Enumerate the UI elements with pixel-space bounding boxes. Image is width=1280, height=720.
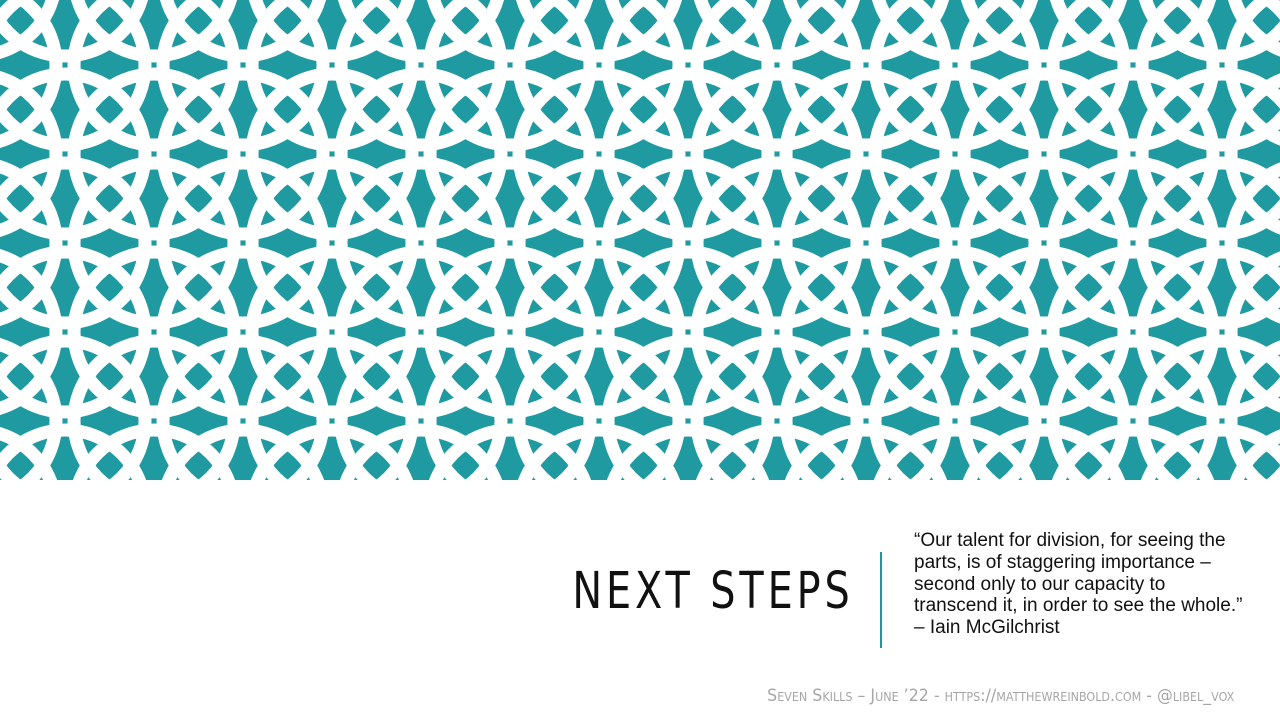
slide-title: NEXT STEPS [572,562,854,621]
slide: NEXT STEPS “Our talent for division, for… [0,0,1280,720]
slide-footer: Seven Skills – June ’22 - https://matthe… [766,686,1234,706]
slide-quote: “Our talent for division, for seeing the… [914,530,1243,639]
decorative-circle-pattern [0,0,1280,480]
title-divider [880,552,882,648]
